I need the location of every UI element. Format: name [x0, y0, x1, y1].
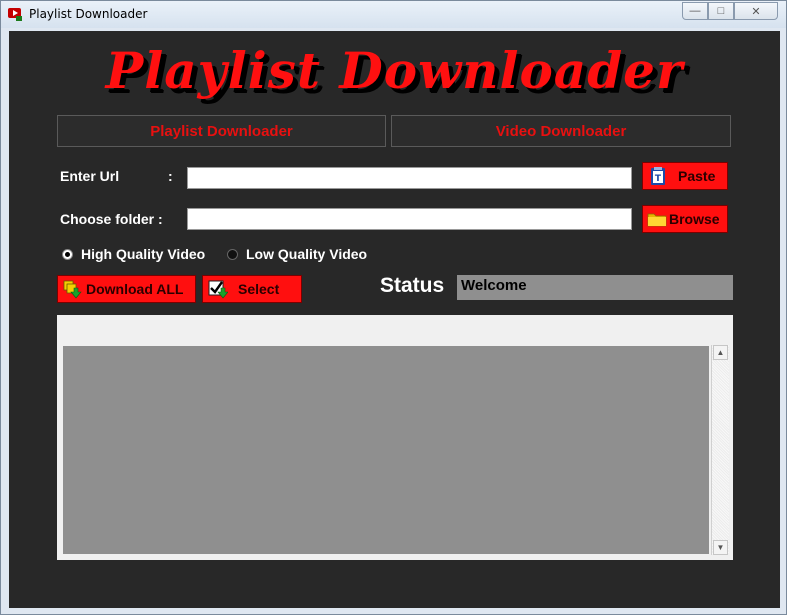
url-label: Enter Url: [60, 168, 120, 184]
arrow-down-icon: ▼: [716, 543, 725, 552]
folder-input[interactable]: [187, 208, 632, 230]
app-window: Playlist Downloader — □ ✕ Playlist Downl…: [0, 0, 787, 615]
paste-button[interactable]: T Paste: [642, 162, 728, 190]
radio-low-quality[interactable]: Low Quality Video: [227, 246, 367, 262]
folder-icon: [647, 213, 667, 227]
clipboard-icon: T: [651, 167, 665, 185]
status-label: Status: [380, 274, 445, 297]
arrow-up-icon: ▲: [716, 348, 725, 357]
radio-high-quality[interactable]: High Quality Video: [62, 246, 205, 262]
close-icon: ✕: [751, 5, 761, 18]
checkbox-download-icon: [208, 280, 228, 299]
main-panel: Playlist Downloader Playlist Downloader …: [9, 31, 780, 608]
download-all-button[interactable]: Download ALL: [57, 275, 196, 303]
status-value: Welcome: [457, 275, 733, 300]
radio-high-quality-label: High Quality Video: [81, 246, 206, 262]
url-label-colon: :: [168, 168, 173, 184]
tab-playlist-downloader[interactable]: Playlist Downloader: [57, 115, 386, 147]
title-bar[interactable]: Playlist Downloader — □ ✕: [1, 1, 786, 28]
log-panel: ▲ ▼: [57, 315, 733, 560]
radio-unchecked-icon: [227, 248, 238, 260]
select-label: Select: [238, 281, 280, 297]
folder-label: Choose folder :: [60, 211, 163, 227]
app-icon: [8, 8, 22, 21]
vertical-scrollbar[interactable]: ▲ ▼: [711, 345, 729, 555]
app-logo: Playlist Downloader: [105, 41, 684, 100]
download-icon: [63, 280, 82, 299]
tab-video-downloader[interactable]: Video Downloader: [391, 115, 731, 147]
download-all-label: Download ALL: [86, 281, 184, 297]
close-button[interactable]: ✕: [734, 2, 778, 20]
maximize-icon: □: [717, 5, 725, 17]
select-button[interactable]: Select: [202, 275, 302, 303]
browse-button-label: Browse: [669, 211, 720, 227]
maximize-button[interactable]: □: [708, 2, 734, 20]
minimize-button[interactable]: —: [682, 2, 708, 20]
browse-button[interactable]: Browse: [642, 205, 728, 233]
paste-button-label: Paste: [678, 168, 716, 184]
scroll-up-button[interactable]: ▲: [713, 345, 728, 360]
radio-checked-icon: [62, 248, 73, 260]
log-list[interactable]: [63, 346, 709, 554]
scroll-down-button[interactable]: ▼: [713, 540, 728, 555]
minimize-icon: —: [689, 5, 701, 17]
window-title: Playlist Downloader: [29, 7, 148, 21]
svg-text:T: T: [655, 174, 662, 184]
url-input[interactable]: [187, 167, 632, 189]
radio-low-quality-label: Low Quality Video: [246, 246, 368, 262]
